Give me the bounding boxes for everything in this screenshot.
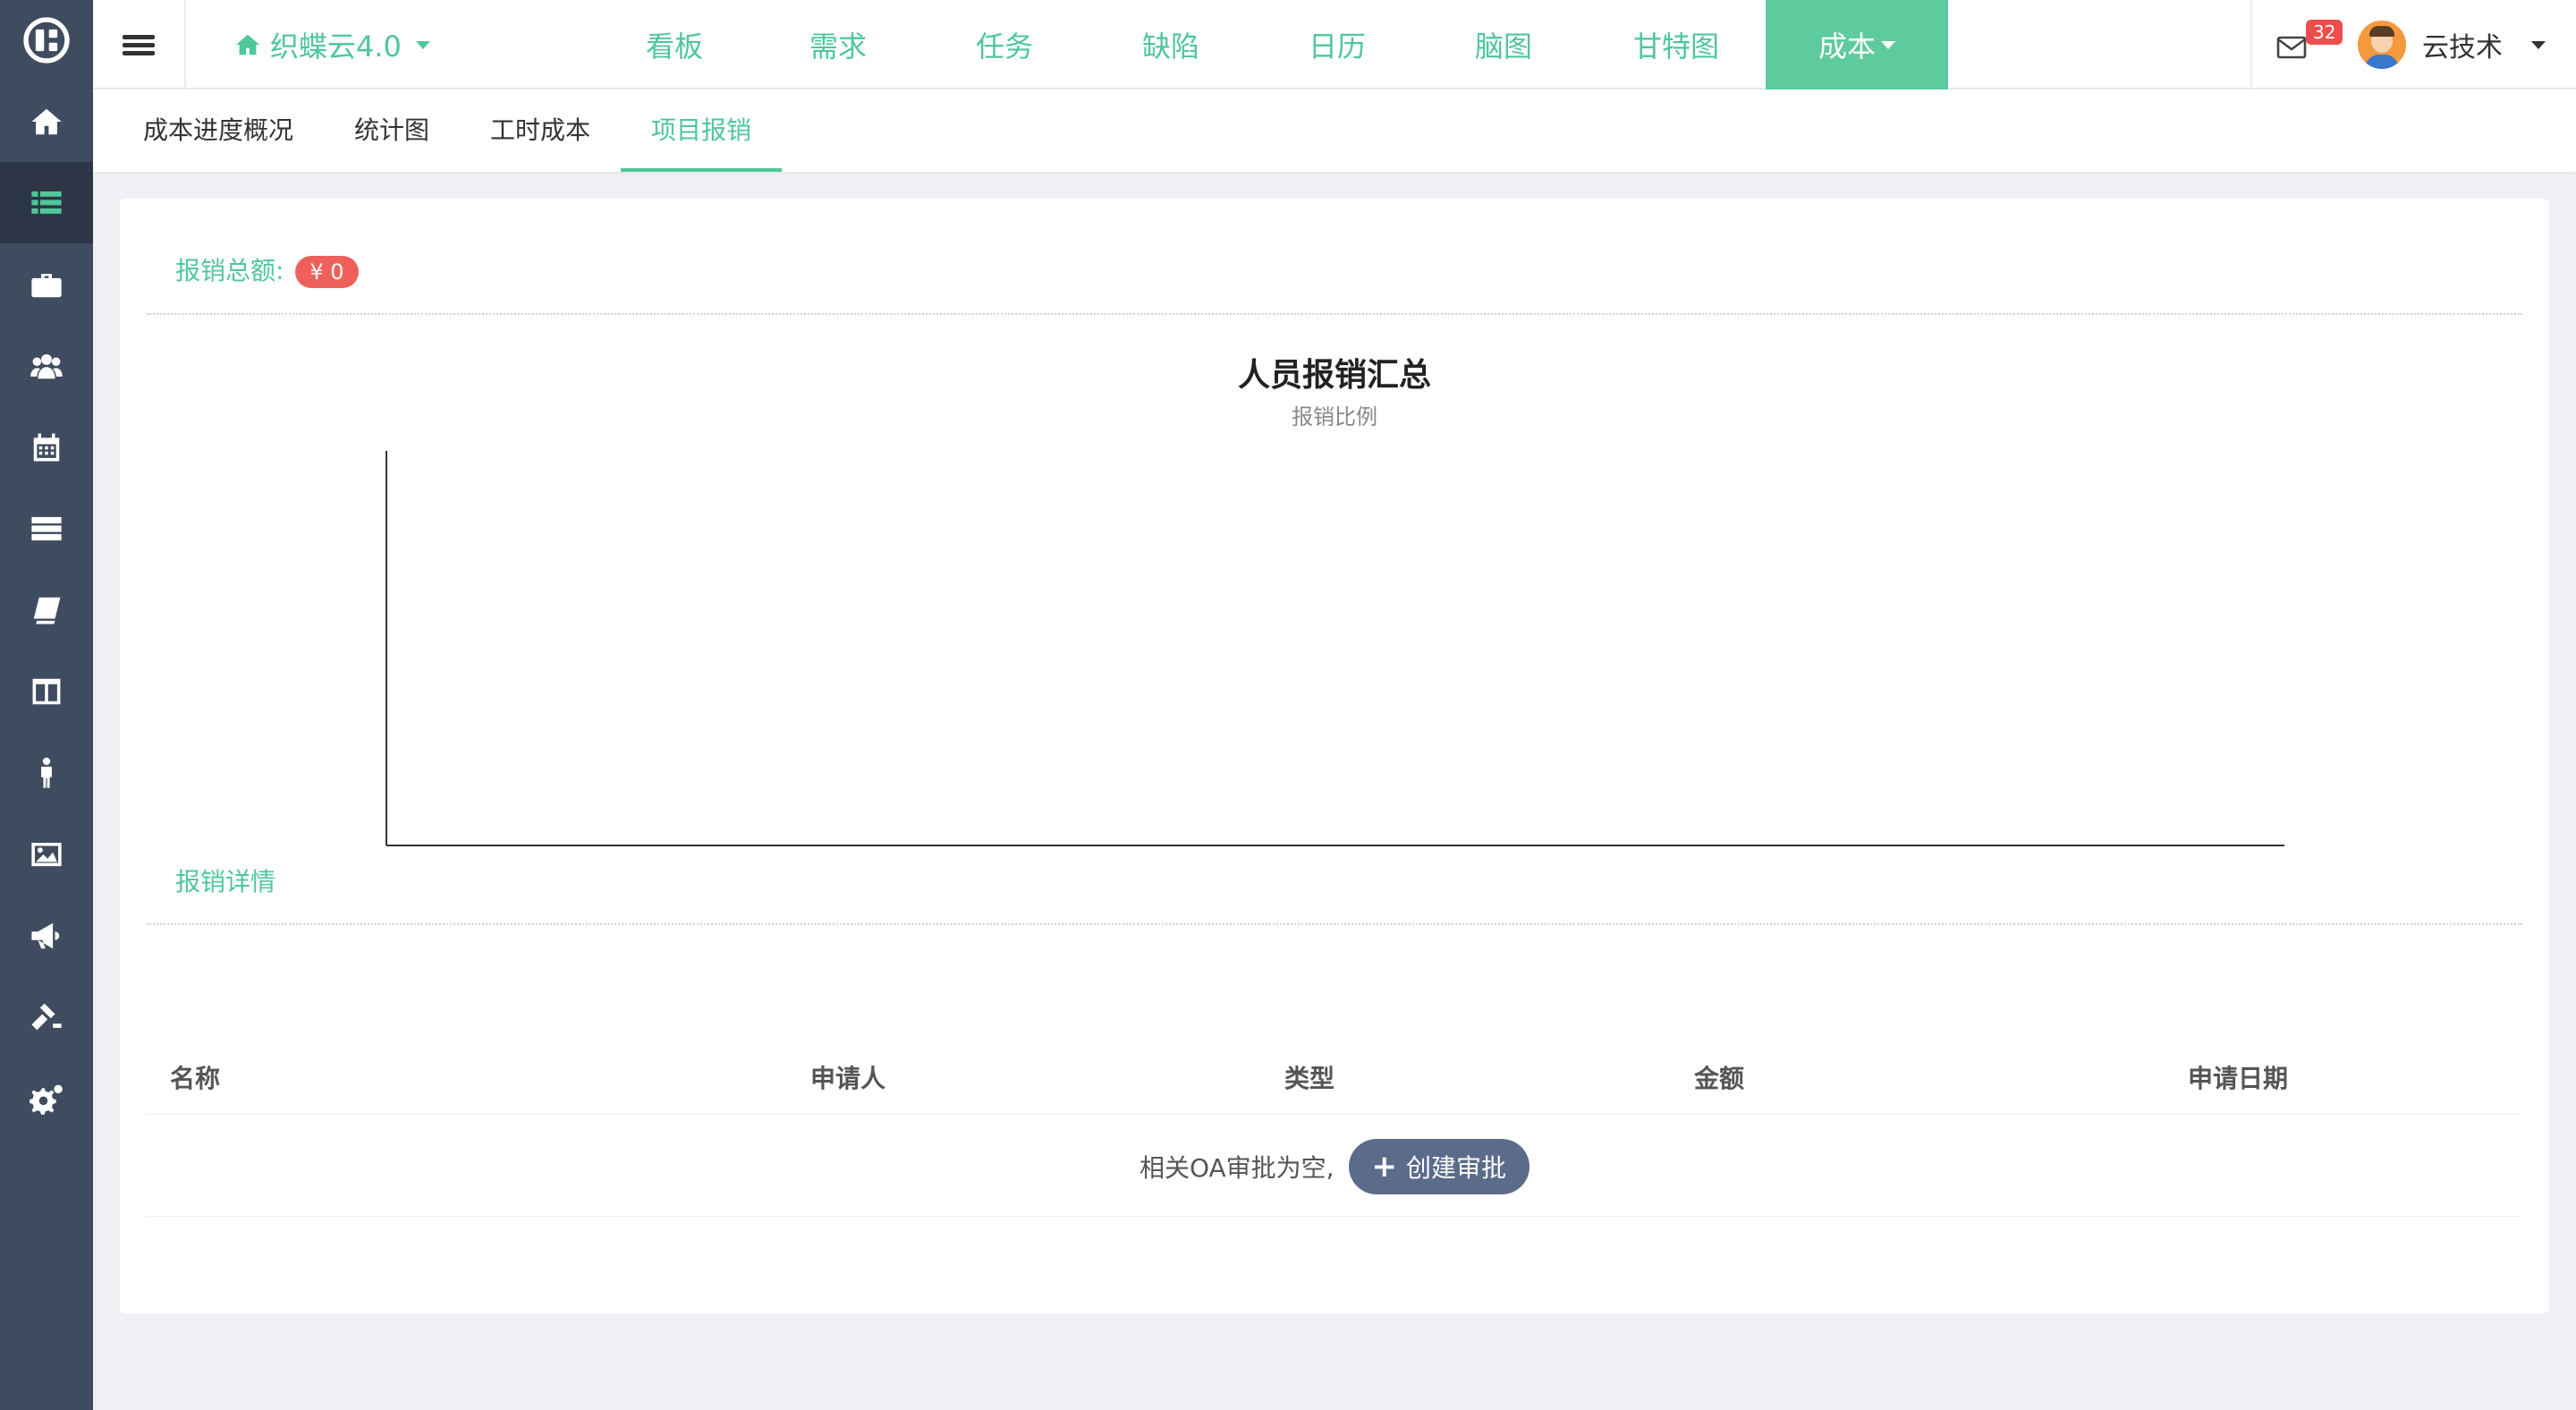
users-icon (30, 353, 63, 378)
empty-state-text: 相关OA审批为空, (1139, 1152, 1335, 1183)
reimbursement-table: 名称 申请人 类型 金额 申请日期 相关OA审批为空, + 创建审批 (147, 1040, 2522, 1217)
reimbursement-card: 报销总额: ¥ 0 人员报销汇总 报销比例 报销详情 名称 申请人 类型 金额 … (120, 199, 2549, 1313)
create-approval-button[interactable]: + 创建审批 (1348, 1138, 1530, 1194)
sidebar-item-calendar[interactable] (0, 406, 93, 488)
home-icon (31, 108, 62, 134)
tab-cost-label: 成本 (1818, 30, 1876, 64)
sidebar-item-settings[interactable] (0, 1058, 93, 1139)
tab-cost[interactable]: 成本 (1766, 0, 1948, 89)
reimbursement-chart (386, 451, 2284, 846)
tab-defects[interactable]: 缺陷 (1088, 0, 1254, 89)
book-icon (33, 597, 61, 624)
tab-tasks[interactable]: 任务 (921, 0, 1088, 89)
chevron-down-icon (415, 40, 430, 49)
sidebar-item-announcement[interactable] (0, 895, 93, 976)
subtab-project-reimbursement[interactable]: 项目报销 (621, 89, 783, 172)
sidebar-item-team[interactable] (0, 325, 93, 406)
hamburger-icon (123, 31, 155, 59)
tab-mindmap[interactable]: 脑图 (1420, 0, 1587, 89)
cost-subtabs: 成本进度概况 统计图 工时成本 项目报销 (93, 89, 2576, 172)
sidebar-item-docs[interactable] (0, 569, 93, 650)
avatar (2358, 21, 2406, 69)
username: 云技术 (2422, 32, 2503, 64)
logo-icon (23, 17, 70, 64)
sidebar-item-list[interactable] (0, 162, 93, 243)
calendar-icon (33, 433, 60, 461)
top-header: 织蝶云4.0 看板 需求 任务 缺陷 日历 脑图 甘特图 成本 32 云技术 (93, 0, 2576, 89)
sidebar-item-home[interactable] (0, 81, 93, 162)
subtab-statistics[interactable]: 统计图 (324, 89, 460, 172)
column-name: 名称 (170, 1063, 221, 1093)
briefcase-icon (31, 273, 62, 297)
sidebar-item-projects[interactable] (0, 243, 93, 325)
sidebar-item-board[interactable] (0, 650, 93, 732)
column-amount: 金额 (1694, 1063, 1745, 1093)
project-switcher[interactable]: 织蝶云4.0 (234, 0, 430, 89)
tab-calendar[interactable]: 日历 (1254, 0, 1420, 89)
list-icon (31, 191, 62, 214)
messages-button[interactable]: 32 (2275, 20, 2343, 63)
sidebar-item-server[interactable] (0, 488, 93, 569)
home-icon (235, 34, 260, 55)
chevron-down-icon (2531, 40, 2546, 49)
tab-requirements[interactable]: 需求 (755, 0, 921, 89)
table-header: 名称 申请人 类型 金额 申请日期 (147, 1040, 2522, 1115)
person-icon (41, 757, 52, 788)
column-type: 类型 (1284, 1063, 1335, 1093)
project-name: 织蝶云4.0 (270, 30, 402, 64)
subtab-labor-cost[interactable]: 工时成本 (460, 89, 621, 172)
header-right: 32 云技术 (2250, 0, 2576, 89)
subtab-cost-overview[interactable]: 成本进度概况 (125, 89, 324, 172)
plus-icon: + (1371, 1148, 1398, 1185)
gears-icon (30, 1084, 63, 1115)
chevron-down-icon (1881, 40, 1895, 49)
tab-gantt[interactable]: 甘特图 (1587, 0, 1766, 89)
app-logo[interactable] (0, 0, 93, 81)
user-menu[interactable]: 云技术 (2358, 0, 2546, 89)
column-applicant: 申请人 (810, 1063, 886, 1093)
sidebar-item-gallery[interactable] (0, 813, 93, 895)
columns-icon (32, 678, 61, 704)
bullhorn-icon (31, 922, 60, 948)
server-icon (31, 516, 62, 540)
column-apply-date: 申请日期 (2188, 1063, 2289, 1093)
gavel-icon (31, 1003, 62, 1030)
create-approval-label: 创建审批 (1406, 1152, 1507, 1183)
details-title: 报销详情 (175, 867, 276, 896)
message-count-badge: 32 (2306, 20, 2343, 45)
envelope-icon (2276, 36, 2307, 59)
menu-toggle-button[interactable] (93, 0, 186, 89)
sidebar (0, 0, 93, 1410)
details-header: 报销详情 (147, 809, 2522, 925)
sidebar-item-tools[interactable] (0, 976, 93, 1058)
top-nav-tabs: 看板 需求 任务 缺陷 日历 脑图 甘特图 成本 (594, 0, 1948, 89)
tab-kanban[interactable]: 看板 (594, 0, 755, 89)
sidebar-item-person[interactable] (0, 732, 93, 813)
image-icon (31, 842, 62, 866)
empty-state-row: 相关OA审批为空, + 创建审批 (147, 1117, 2522, 1217)
